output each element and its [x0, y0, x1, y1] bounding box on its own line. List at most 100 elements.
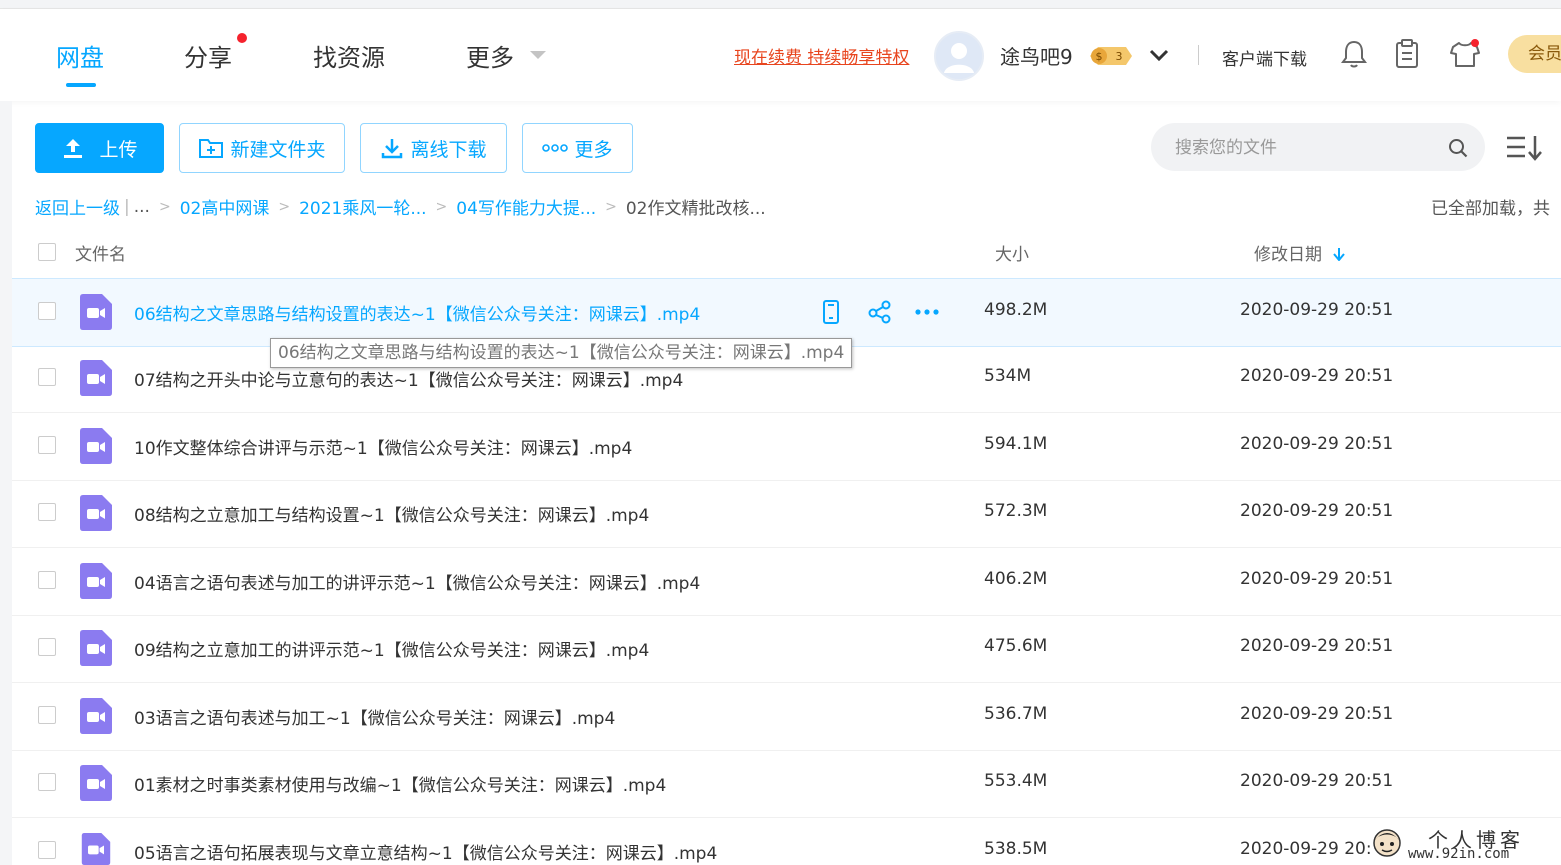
- nav-more-label: 更多: [466, 43, 514, 72]
- file-name[interactable]: 06结构之文章思路与结构设置的表达~1【微信公众号关注：网课云】.mp4: [134, 300, 700, 325]
- watermark-avatar-icon: [1373, 829, 1401, 857]
- svg-text:$: $: [1096, 50, 1103, 63]
- table-row[interactable]: 10作文整体综合讲评与示范~1【微信公众号关注：网课云】.mp4 594.1M …: [12, 413, 1561, 481]
- upload-button[interactable]: 上传: [35, 123, 164, 173]
- file-name[interactable]: 01素材之时事类素材使用与改编~1【微信公众号关注：网课云】.mp4: [134, 771, 666, 796]
- top-header: 网盘 分享 找资源 更多 现在续费 持续畅享特权 途鸟吧9 $ 3 客户端下载 …: [0, 9, 1561, 101]
- upload-icon: [64, 139, 83, 158]
- table-row[interactable]: 06结构之文章思路与结构设置的表达~1【微信公众号关注：网课云】.mp4 498…: [12, 278, 1561, 347]
- breadcrumb-arrow: >: [605, 198, 617, 215]
- file-name[interactable]: 05语言之语句拓展表现与文章立意结构~1【微信公众号关注：网课云】.mp4: [134, 839, 717, 864]
- row-checkbox[interactable]: [38, 302, 56, 320]
- breadcrumb-item[interactable]: 04写作能力大提...: [456, 194, 596, 219]
- nav-share[interactable]: 分享: [184, 9, 232, 101]
- username[interactable]: 途鸟吧9: [1000, 41, 1073, 70]
- row-checkbox[interactable]: [38, 773, 56, 791]
- offline-download-label: 离线下载: [410, 138, 487, 161]
- column-date-header[interactable]: 修改日期: [1254, 240, 1346, 265]
- clipboard-icon[interactable]: [1393, 39, 1421, 69]
- nav-share-label: 分享: [184, 43, 232, 72]
- breadcrumb-current: 02作文精批改核...: [625, 199, 766, 219]
- file-date: 2020-09-29 20:51: [1240, 434, 1394, 454]
- table-row[interactable]: 09结构之立意加工的讲评示范~1【微信公众号关注：网课云】.mp4 475.6M…: [12, 615, 1561, 683]
- video-file-icon: [80, 698, 112, 734]
- file-date: 2020-09-29 20:51: [1240, 501, 1394, 521]
- share-icon[interactable]: [867, 299, 893, 325]
- coin-level-text: 3: [1116, 50, 1123, 63]
- file-date: 2020-09-29 20:51: [1240, 300, 1394, 320]
- breadcrumb-ellipsis[interactable]: ...: [134, 197, 150, 217]
- more-actions-button[interactable]: 更多: [522, 123, 633, 173]
- new-folder-button[interactable]: 新建文件夹: [179, 123, 345, 173]
- file-date: 2020-09-29 20:51: [1240, 771, 1394, 791]
- table-row[interactable]: 04语言之语句表述与加工的讲评示范~1【微信公众号关注：网课云】.mp4 406…: [12, 548, 1561, 616]
- breadcrumb-arrow: >: [158, 198, 171, 215]
- phone-send-icon[interactable]: [818, 299, 844, 325]
- caret-down-icon: [530, 51, 546, 59]
- file-date: 2020-09-29 20:51: [1240, 569, 1394, 589]
- user-avatar[interactable]: [934, 31, 984, 81]
- video-file-icon: [80, 563, 112, 599]
- avatar-person-icon: [936, 33, 982, 79]
- breadcrumb-item[interactable]: 2021乘风一轮...: [299, 194, 426, 219]
- row-checkbox[interactable]: [38, 368, 56, 386]
- folder-plus-icon: [199, 139, 224, 158]
- client-download-link[interactable]: 客户端下载: [1222, 45, 1307, 70]
- upload-label: 上传: [99, 138, 138, 161]
- table-row[interactable]: 03语言之语句表述与加工~1【微信公众号关注：网课云】.mp4 536.7M 2…: [12, 683, 1561, 751]
- breadcrumb-item[interactable]: 02高中网课: [180, 194, 270, 219]
- table-row[interactable]: 08结构之立意加工与结构设置~1【微信公众号关注：网课云】.mp4 572.3M…: [12, 480, 1561, 548]
- row-checkbox[interactable]: [38, 706, 56, 724]
- blog-watermark: 个人博客 www.92in.com: [1370, 824, 1561, 865]
- file-name[interactable]: 04语言之语句表述与加工的讲评示范~1【微信公众号关注：网课云】.mp4: [134, 569, 700, 594]
- chevron-down-icon[interactable]: [1148, 45, 1170, 65]
- video-file-icon: [80, 428, 112, 464]
- nav-find-resources[interactable]: 找资源: [313, 9, 385, 101]
- column-date-label: 修改日期: [1254, 245, 1322, 265]
- file-size: 536.7M: [984, 704, 1048, 724]
- breadcrumb: 返回上一级 | ... > 02高中网课 > 2021乘风一轮... > 04写…: [35, 194, 766, 220]
- left-edge-strip: [0, 101, 12, 865]
- row-more-icon[interactable]: [914, 299, 940, 325]
- select-all-checkbox[interactable]: [38, 243, 56, 261]
- offline-download-button[interactable]: 离线下载: [360, 123, 507, 173]
- file-size: 538.5M: [984, 839, 1048, 859]
- table-row[interactable]: 05语言之语句拓展表现与文章立意结构~1【微信公众号关注：网课云】.mp4 53…: [12, 818, 1561, 865]
- renew-promo-link[interactable]: 现在续费 持续畅享特权: [734, 43, 909, 68]
- breadcrumb-back[interactable]: 返回上一级: [35, 194, 120, 219]
- file-size: 406.2M: [984, 569, 1048, 589]
- column-size-header[interactable]: 大小: [995, 240, 1029, 265]
- row-checkbox[interactable]: [38, 638, 56, 656]
- search-input[interactable]: [1173, 123, 1437, 173]
- row-checkbox[interactable]: [38, 841, 56, 859]
- row-checkbox[interactable]: [38, 436, 56, 454]
- nav-netdisk[interactable]: 网盘: [56, 9, 104, 101]
- table-row[interactable]: 01素材之时事类素材使用与改编~1【微信公众号关注：网课云】.mp4 553.4…: [12, 750, 1561, 818]
- file-name[interactable]: 08结构之立意加工与结构设置~1【微信公众号关注：网课云】.mp4: [134, 501, 649, 526]
- header-divider: [1198, 45, 1199, 65]
- file-date: 2020-09-29 20:51: [1240, 636, 1394, 656]
- video-file-icon: [80, 765, 112, 801]
- nav-active-underline: [66, 83, 96, 87]
- sort-list-icon[interactable]: [1505, 133, 1543, 163]
- file-name[interactable]: 07结构之开头中论与立意句的表达~1【微信公众号关注：网课云】.mp4: [134, 366, 683, 391]
- file-name[interactable]: 03语言之语句表述与加工~1【微信公众号关注：网课云】.mp4: [134, 704, 615, 729]
- vip-button[interactable]: 会员: [1508, 35, 1561, 73]
- nav-more[interactable]: 更多: [466, 9, 548, 101]
- more-dots-icon: [542, 144, 569, 152]
- bell-icon[interactable]: [1340, 39, 1368, 69]
- more-actions-label: 更多: [574, 138, 613, 161]
- sort-arrow-down-icon: [1333, 248, 1346, 262]
- video-file-icon: [80, 294, 112, 330]
- file-size: 534M: [984, 366, 1032, 386]
- filename-tooltip: 06结构之文章思路与结构设置的表达~1【微信公众号关注：网课云】.mp4: [270, 338, 853, 368]
- row-checkbox[interactable]: [38, 571, 56, 589]
- row-checkbox[interactable]: [38, 503, 56, 521]
- file-name[interactable]: 09结构之立意加工的讲评示范~1【微信公众号关注：网课云】.mp4: [134, 636, 649, 661]
- watermark-url: www.92in.com: [1408, 846, 1510, 862]
- search-icon[interactable]: [1448, 138, 1468, 158]
- file-date: 2020-09-29 20:51: [1240, 366, 1394, 386]
- window-top-strip: [0, 0, 1561, 9]
- column-name-header[interactable]: 文件名: [75, 240, 126, 265]
- file-name[interactable]: 10作文整体综合讲评与示范~1【微信公众号关注：网课云】.mp4: [134, 434, 632, 459]
